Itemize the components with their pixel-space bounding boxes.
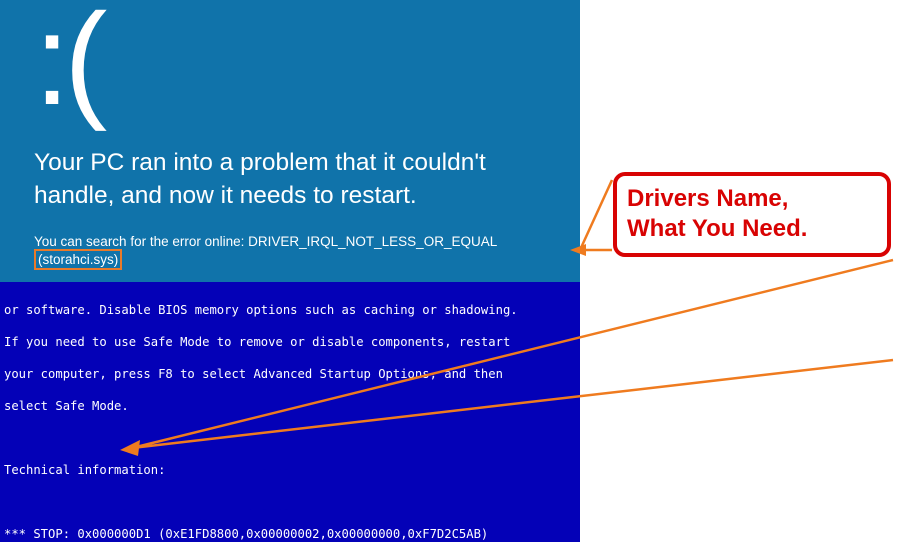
bsod-error-code: You can search for the error online: DRI… bbox=[34, 234, 497, 249]
annotation-callout: Drivers Name, What You Need. bbox=[613, 172, 891, 257]
legacy-line: If you need to use Safe Mode to remove o… bbox=[0, 334, 580, 350]
bsod-modern-panel: :( Your PC ran into a problem that it co… bbox=[0, 0, 580, 282]
legacy-blank bbox=[0, 494, 580, 510]
callout-line-1: Drivers Name, bbox=[627, 184, 877, 214]
legacy-tech-header: Technical information: bbox=[0, 462, 580, 478]
driver-file-highlight: (storahci.sys) bbox=[34, 249, 122, 270]
bsod-subtext: You can search for the error online: DRI… bbox=[34, 234, 546, 270]
legacy-line: select Safe Mode. bbox=[0, 398, 580, 414]
bsod-legacy-panel: or software. Disable BIOS memory options… bbox=[0, 282, 580, 542]
legacy-line: or software. Disable BIOS memory options… bbox=[0, 302, 580, 318]
legacy-stop-code: *** STOP: 0x000000D1 (0xE1FD8800,0x00000… bbox=[0, 526, 580, 542]
sad-face-icon: :( bbox=[34, 0, 546, 124]
callout-line-2: What You Need. bbox=[627, 214, 877, 244]
bsod-message: Your PC ran into a problem that it could… bbox=[34, 146, 546, 212]
legacy-blank bbox=[0, 430, 580, 446]
legacy-line: your computer, press F8 to select Advanc… bbox=[0, 366, 580, 382]
